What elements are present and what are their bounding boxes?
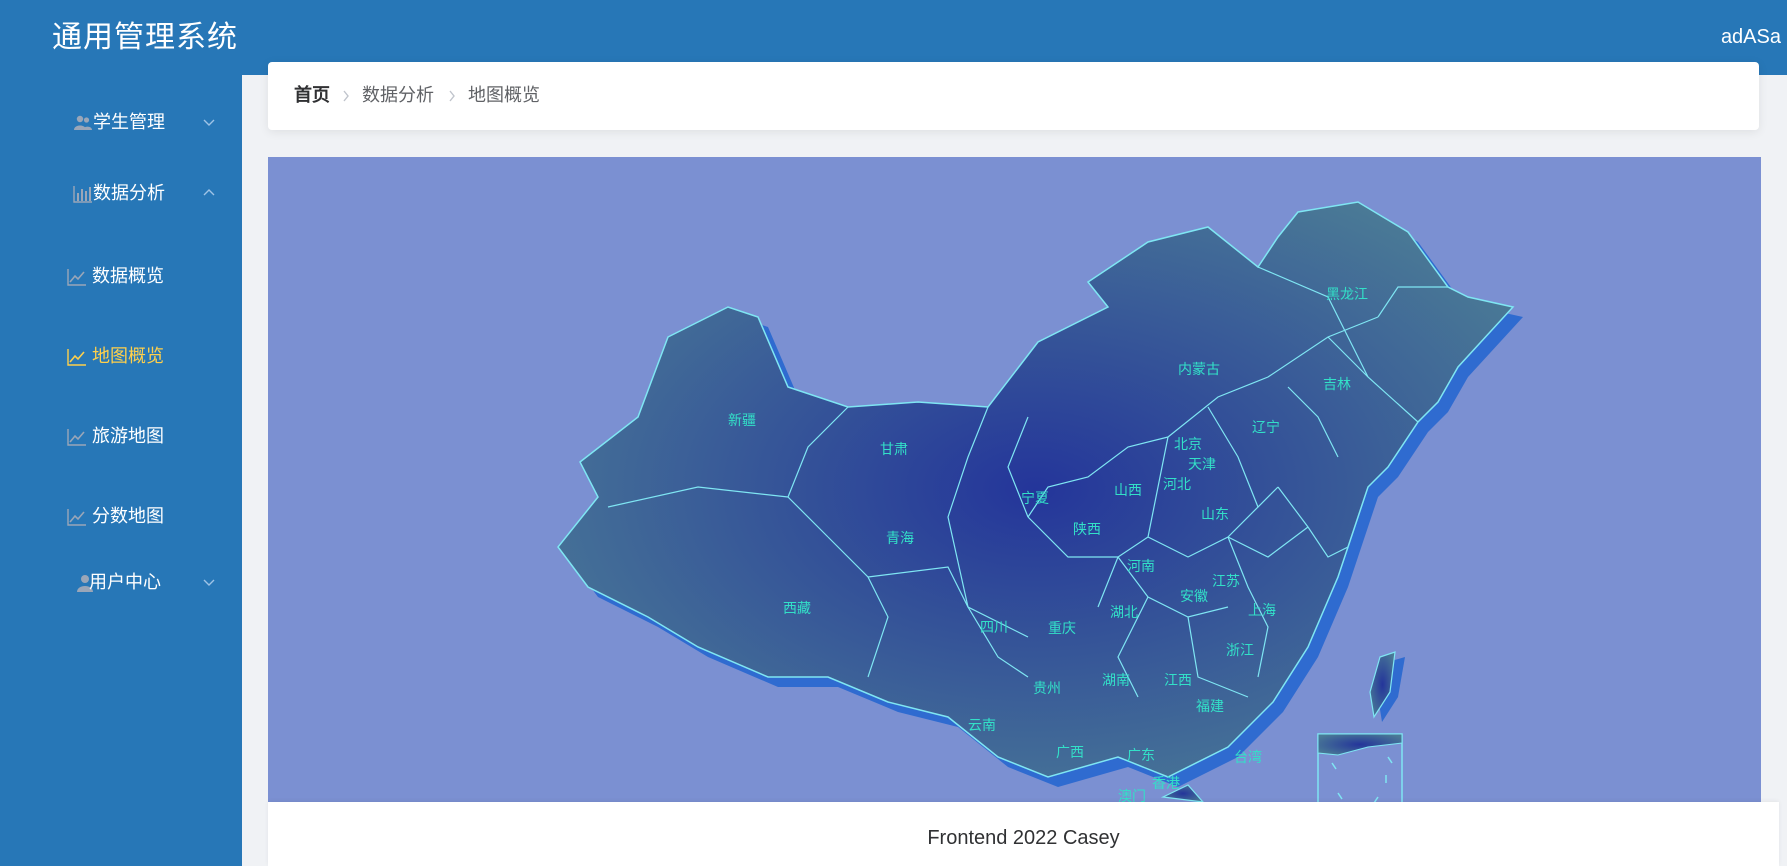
label-anhui: 安徽 xyxy=(1180,589,1208,605)
sidebar-item-user-center[interactable]: 用户中心 xyxy=(0,558,242,608)
label-hongkong: 香港 xyxy=(1152,776,1180,792)
label-zhejiang: 浙江 xyxy=(1226,643,1254,659)
sidebar-item-label: 用户中心 xyxy=(89,572,161,593)
sidebar-item-map-overview[interactable]: 地图概览 xyxy=(0,332,242,382)
sidebar-item-label: 地图概览 xyxy=(92,346,164,367)
sidebar-item-label: 分数地图 xyxy=(92,506,164,527)
label-beijing: 北京 xyxy=(1174,437,1202,453)
label-shanghai: 上海 xyxy=(1248,603,1276,619)
label-tibet: 西藏 xyxy=(783,601,811,617)
sidebar-item-student-management[interactable]: 学生管理 xyxy=(0,98,242,148)
sidebar-item-label: 数据概览 xyxy=(92,266,164,287)
breadcrumb-map-overview: 地图概览 xyxy=(468,85,540,106)
label-heilongjiang: 黑龙江 xyxy=(1326,287,1368,303)
label-chongqing: 重庆 xyxy=(1048,621,1076,637)
sidebar-item-label: 旅游地图 xyxy=(92,426,164,447)
label-jiangxi: 江西 xyxy=(1164,673,1192,689)
breadcrumb: 首页 数据分析 地图概览 xyxy=(268,62,1759,130)
users-icon xyxy=(74,115,92,130)
south-sea-dashes xyxy=(1331,756,1393,802)
label-sichuan: 四川 xyxy=(980,620,1008,636)
app-title: 通用管理系统 xyxy=(52,20,238,55)
footer-text: Frontend 2022 Casey xyxy=(927,827,1120,849)
label-inner-mongolia: 内蒙古 xyxy=(1178,362,1220,378)
label-hunan: 湖南 xyxy=(1102,673,1130,689)
sidebar-item-label: 数据分析 xyxy=(93,183,165,204)
chevron-down-icon xyxy=(203,579,215,586)
sidebar-item-data-overview[interactable]: 数据概览 xyxy=(0,252,242,302)
chevron-right-icon xyxy=(343,90,349,102)
china-map[interactable]: 黑龙江 吉林 辽宁 内蒙古 北京 天津 河北 山西 山东 新疆 甘肃 宁夏 陕西… xyxy=(268,157,1761,802)
line-chart-icon xyxy=(67,429,86,446)
label-liaoning: 辽宁 xyxy=(1252,419,1280,436)
sidebar: 学生管理 数据分析 数据概览 地图概览 旅游地图 分数地图 用户中心 xyxy=(0,75,242,866)
label-macau: 澳门 xyxy=(1118,789,1146,802)
breadcrumb-data-analysis[interactable]: 数据分析 xyxy=(362,84,434,108)
label-gansu: 甘肃 xyxy=(880,442,908,458)
label-hebei: 河北 xyxy=(1163,477,1191,493)
chevron-down-icon xyxy=(203,119,215,126)
sidebar-item-travel-map[interactable]: 旅游地图 xyxy=(0,412,242,462)
label-fujian: 福建 xyxy=(1196,699,1224,715)
label-ningxia: 宁夏 xyxy=(1021,490,1049,507)
label-taiwan: 台湾 xyxy=(1234,749,1262,766)
sidebar-item-data-analysis[interactable]: 数据分析 xyxy=(0,169,242,219)
label-yunnan: 云南 xyxy=(968,718,996,734)
label-jilin: 吉林 xyxy=(1323,377,1351,393)
line-chart-icon xyxy=(67,509,86,526)
line-chart-icon xyxy=(67,269,86,286)
south-sea-coast xyxy=(1317,733,1403,756)
label-tianjin: 天津 xyxy=(1188,457,1216,473)
label-jiangsu: 江苏 xyxy=(1212,574,1240,590)
breadcrumb-home[interactable]: 首页 xyxy=(294,84,330,108)
chevron-up-icon xyxy=(203,189,215,196)
sidebar-item-score-map[interactable]: 分数地图 xyxy=(0,492,242,542)
label-guangxi: 广西 xyxy=(1056,745,1084,761)
china-map-svg: 黑龙江 吉林 辽宁 内蒙古 北京 天津 河北 山西 山东 新疆 甘肃 宁夏 陕西… xyxy=(557,201,1523,802)
line-chart-icon xyxy=(67,349,86,366)
bar-chart-icon xyxy=(73,186,92,203)
label-guizhou: 贵州 xyxy=(1033,681,1061,697)
label-qinghai: 青海 xyxy=(886,531,914,547)
label-shaanxi: 陕西 xyxy=(1073,522,1101,538)
label-shandong: 山东 xyxy=(1201,507,1229,523)
username-menu[interactable]: adASa xyxy=(1721,24,1781,50)
label-shanxi: 山西 xyxy=(1114,483,1142,499)
chevron-right-icon xyxy=(449,90,455,102)
footer: Frontend 2022 Casey xyxy=(268,802,1779,866)
label-hubei: 湖北 xyxy=(1110,605,1138,621)
label-xinjiang: 新疆 xyxy=(728,413,756,429)
label-guangdong: 广东 xyxy=(1127,748,1155,764)
label-henan: 河南 xyxy=(1127,559,1155,575)
sidebar-item-label: 学生管理 xyxy=(93,112,165,133)
